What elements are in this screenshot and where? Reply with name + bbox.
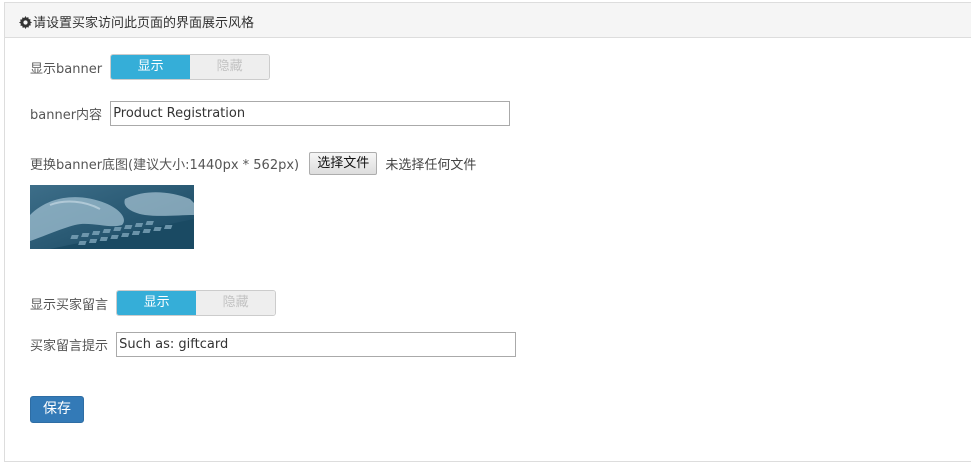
gear-icon xyxy=(19,16,32,29)
message-hint-row: 买家留言提示 xyxy=(30,332,517,357)
show-message-label: 显示买家留言 xyxy=(30,297,109,313)
show-banner-row: 显示banner 显示 隐藏 xyxy=(30,54,271,80)
choose-file-button[interactable]: 选择文件 xyxy=(309,152,378,175)
keyboard-typing-image xyxy=(30,185,194,249)
banner-content-label: banner内容 xyxy=(30,108,103,123)
file-status-text: 未选择任何文件 xyxy=(385,158,477,173)
banner-content-row: banner内容 xyxy=(30,101,511,126)
save-button[interactable]: 保存 xyxy=(30,396,84,423)
panel-heading: 请设置买家访问此页面的界面展示风格 xyxy=(5,3,971,38)
panel-title-text: 请设置买家访问此页面的界面展示风格 xyxy=(33,16,255,31)
show-message-row: 显示买家留言 显示 隐藏 xyxy=(30,290,277,316)
show-message-toggle[interactable]: 显示 隐藏 xyxy=(116,290,277,316)
banner-content-input[interactable] xyxy=(110,101,511,126)
panel-title: 请设置买家访问此页面的界面展示风格 xyxy=(19,12,254,31)
show-banner-off-option[interactable]: 隐藏 xyxy=(190,55,270,79)
show-banner-toggle[interactable]: 显示 隐藏 xyxy=(110,54,271,80)
message-hint-input[interactable] xyxy=(116,332,517,357)
banner-image-row: 更换banner底图(建议大小:1440px * 562px) 选择文件 未选择… xyxy=(30,152,476,175)
message-hint-label: 买家留言提示 xyxy=(30,339,109,354)
show-message-off-option[interactable]: 隐藏 xyxy=(196,291,276,315)
show-banner-on-option[interactable]: 显示 xyxy=(111,55,191,79)
show-banner-label: 显示banner xyxy=(30,61,103,77)
banner-image-label: 更换banner底图(建议大小:1440px * 562px) xyxy=(30,158,300,173)
show-message-on-option[interactable]: 显示 xyxy=(117,291,197,315)
banner-preview-image xyxy=(30,185,194,249)
